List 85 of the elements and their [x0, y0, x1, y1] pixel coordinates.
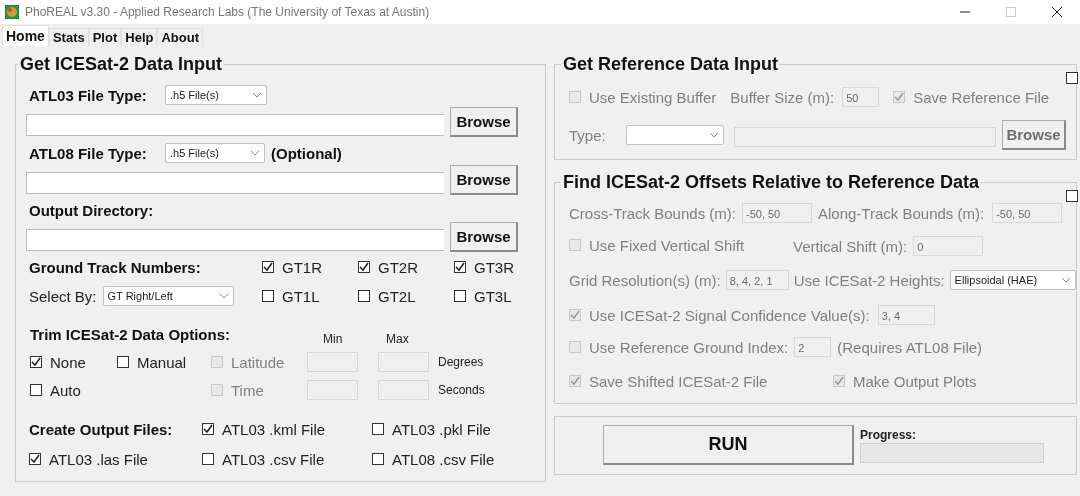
- unit-label: Degrees: [438, 355, 485, 369]
- chevron-icon: [709, 132, 720, 138]
- chevron-icon: [218, 293, 229, 299]
- file-path-field[interactable]: [26, 114, 444, 136]
- max-field[interactable]: [378, 380, 429, 400]
- checkbox-option[interactable]: ATL03 .csv File: [202, 450, 372, 468]
- field-label: Type:: [569, 126, 606, 144]
- checkbox-option[interactable]: Auto: [30, 381, 117, 399]
- file-type-dropdown[interactable]: .h5 File(s): [165, 143, 265, 163]
- file-path-field[interactable]: [734, 127, 996, 147]
- tab[interactable]: About: [157, 28, 203, 46]
- section-checkbox[interactable]: [1066, 190, 1078, 202]
- field-label: Vertical Shift (m):: [793, 237, 908, 255]
- tab[interactable]: Help: [121, 28, 158, 46]
- field-label: ATL03 File Type:: [29, 86, 148, 104]
- app-icon: [4, 4, 20, 20]
- close-icon: [1052, 7, 1062, 17]
- field-label: Along-Track Bounds (m):: [818, 204, 985, 222]
- confidence-field[interactable]: 3, 4: [877, 305, 935, 325]
- checkbox-option[interactable]: Manual: [117, 353, 211, 371]
- checkbox-option[interactable]: GT3L: [454, 287, 514, 305]
- tab[interactable]: Stats: [48, 28, 89, 46]
- heights-dropdown[interactable]: Ellipsoidal (HAE): [949, 270, 1076, 290]
- maximize-icon: [1006, 7, 1016, 17]
- section-label: Create Output Files:: [29, 420, 174, 438]
- select-by-dropdown[interactable]: GT Right/Left: [102, 286, 234, 306]
- tab[interactable]: Plot: [88, 28, 122, 46]
- checkbox-option[interactable]: Save Shifted ICESat-2 File: [569, 372, 768, 390]
- field-label: Use ICESat-2 Heights:: [793, 271, 945, 289]
- column-label: Min: [322, 332, 344, 346]
- vertical-shift-field[interactable]: 0: [913, 236, 984, 256]
- field-label: Cross-Track Bounds (m):: [569, 204, 736, 222]
- field-label: Output Directory:: [29, 201, 154, 219]
- directory-field[interactable]: [26, 229, 444, 251]
- optional-note: (Optional): [271, 144, 342, 162]
- field-label: ATL08 File Type:: [29, 144, 148, 162]
- run-button[interactable]: RUN: [603, 425, 854, 465]
- requirement-note: (Requires ATL08 File): [837, 338, 983, 356]
- browse-button[interactable]: Browse: [450, 107, 518, 137]
- ground-index-field[interactable]: 2: [794, 337, 832, 357]
- min-field[interactable]: [307, 380, 358, 400]
- checkbox-option[interactable]: Make Output Plots: [833, 372, 977, 390]
- unit-label: Seconds: [438, 383, 486, 397]
- checkbox-option[interactable]: GT3R: [454, 258, 514, 276]
- chevron-icon: [1061, 277, 1071, 283]
- section-title: Get Reference Data Input: [562, 54, 780, 75]
- browse-button[interactable]: Browse: [450, 165, 518, 195]
- checkbox-option[interactable]: Save Reference File: [893, 88, 1050, 106]
- file-path-field[interactable]: [26, 172, 444, 194]
- section-label: Trim ICESat-2 Data Options:: [30, 325, 232, 343]
- checkbox-option[interactable]: GT1R: [262, 258, 358, 276]
- type-dropdown[interactable]: [625, 125, 725, 145]
- buffer-size-field[interactable]: 50: [842, 87, 880, 107]
- browse-button[interactable]: Browse: [1002, 120, 1066, 150]
- checkbox-option[interactable]: Use Fixed Vertical Shift: [569, 236, 745, 254]
- checkbox-option[interactable]: GT2R: [358, 258, 454, 276]
- chevron-icon: [250, 150, 260, 156]
- max-field[interactable]: [378, 352, 429, 372]
- section-label: Ground Track Numbers:: [29, 258, 202, 276]
- checkbox-option[interactable]: Use ICESat-2 Signal Confidence Value(s):: [569, 306, 870, 324]
- checkbox-option[interactable]: ATL03 .las File: [29, 450, 202, 468]
- chevron-icon: [252, 92, 262, 98]
- field-label: Grid Resolution(s) (m):: [569, 271, 721, 289]
- cross-track-field[interactable]: -50, 50: [742, 203, 812, 223]
- grid-resolution-field[interactable]: 8, 4, 2, 1: [725, 270, 789, 290]
- checkbox-option[interactable]: ATL03 .pkl File: [372, 420, 502, 438]
- section-checkbox[interactable]: [1066, 72, 1078, 84]
- checkbox-option[interactable]: ATL03 .kml File: [202, 420, 372, 438]
- field-label: Buffer Size (m):: [730, 88, 835, 106]
- window-title: PhoREAL v3.30 - Applied Research Labs (The University of Texas at Austin): [25, 5, 431, 19]
- file-type-dropdown[interactable]: .h5 File(s): [165, 85, 267, 105]
- checkbox-option[interactable]: GT2L: [358, 287, 454, 305]
- browse-button[interactable]: Browse: [450, 222, 518, 252]
- checkbox-option[interactable]: ATL08 .csv File: [372, 450, 502, 468]
- min-field[interactable]: [307, 352, 358, 372]
- column-label: Max: [385, 332, 410, 346]
- checkbox-option[interactable]: Use Reference Ground Index:: [569, 338, 789, 356]
- along-track-field[interactable]: -50, 50: [992, 203, 1063, 223]
- section-title: Get ICESat-2 Data Input: [19, 54, 224, 75]
- checkbox-option[interactable]: None: [30, 353, 117, 371]
- section-title: Find ICESat-2 Offsets Relative to Reference Data: [562, 172, 981, 193]
- tab[interactable]: Home: [2, 25, 49, 46]
- select-label: Select By:: [29, 287, 97, 305]
- progress-label: Progress:: [860, 427, 918, 442]
- checkbox-option[interactable]: GT1L: [262, 287, 358, 305]
